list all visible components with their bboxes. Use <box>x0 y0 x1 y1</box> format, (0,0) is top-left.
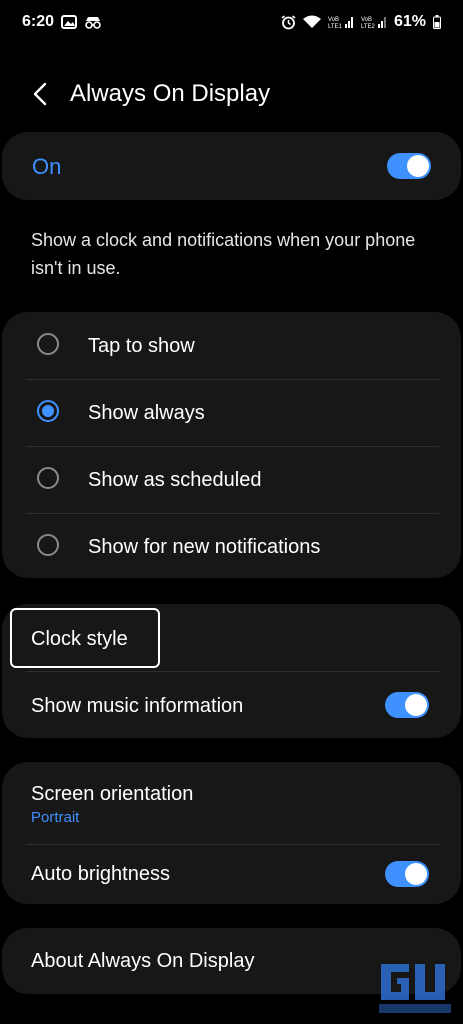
master-toggle[interactable] <box>387 153 431 179</box>
signal-lte2-icon: VoB LTE2 <box>361 15 387 29</box>
feature-description: Show a clock and notifications when your… <box>31 230 416 278</box>
status-bar-left: 6:20 <box>22 13 102 31</box>
app-header: Always On Display <box>0 68 463 120</box>
highlight-box <box>10 608 160 668</box>
music-info-toggle[interactable] <box>385 692 429 718</box>
signal-lte1-icon: VoB LTE1 <box>328 15 354 29</box>
option-label: Show always <box>88 402 205 424</box>
page-title: Always On Display <box>70 80 271 107</box>
master-switch-label: On <box>32 154 62 179</box>
auto-brightness-toggle[interactable] <box>385 861 429 887</box>
status-bar: 6:20 VoB LTE1 VoB LTE2 61% <box>0 0 463 44</box>
chevron-left-icon <box>33 82 47 106</box>
svg-text:LTE2: LTE2 <box>361 24 376 29</box>
option-tap-to-show[interactable]: Tap to show <box>2 312 461 379</box>
auto-brightness-row[interactable]: Auto brightness <box>2 844 461 904</box>
wifi-icon <box>302 15 321 29</box>
alarm-icon <box>281 14 296 30</box>
music-info-label: Show music information <box>31 695 244 717</box>
option-label: Tap to show <box>88 335 195 357</box>
screen-orientation-row[interactable]: Screen orientation Portrait <box>2 762 461 844</box>
incognito-icon <box>84 15 102 29</box>
screen-settings-card: Screen orientation Portrait Auto brightn… <box>2 762 461 904</box>
status-time: 6:20 <box>22 13 55 30</box>
radio-button-selected[interactable] <box>37 400 59 422</box>
about-label: About Always On Display <box>31 950 255 972</box>
music-info-row[interactable]: Show music information <box>2 671 461 738</box>
battery-icon <box>433 15 441 29</box>
battery-percent: 61% <box>393 13 426 30</box>
back-button[interactable] <box>26 80 54 108</box>
master-switch-card[interactable]: On <box>2 132 461 200</box>
option-show-for-new-notifications[interactable]: Show for new notifications <box>2 513 461 580</box>
status-bar-right: VoB LTE1 VoB LTE2 61% <box>281 13 441 31</box>
radio-button[interactable] <box>37 467 59 489</box>
option-show-as-scheduled[interactable]: Show as scheduled <box>2 446 461 513</box>
svg-text:LTE1: LTE1 <box>328 24 343 29</box>
auto-brightness-label: Auto brightness <box>31 863 170 885</box>
svg-text:VoB: VoB <box>328 17 339 23</box>
screen-orientation-value: Portrait <box>31 809 80 826</box>
option-label: Show for new notifications <box>88 536 321 558</box>
svg-text:VoB: VoB <box>361 17 372 23</box>
option-label: Show as scheduled <box>88 469 262 491</box>
display-mode-card: Tap to show Show always Show as schedule… <box>2 312 461 578</box>
radio-button[interactable] <box>37 534 59 556</box>
gallery-icon <box>61 15 78 29</box>
radio-button[interactable] <box>37 333 59 355</box>
screen-orientation-label: Screen orientation <box>31 783 194 805</box>
watermark-logo <box>377 958 453 1016</box>
option-show-always[interactable]: Show always <box>2 379 461 446</box>
